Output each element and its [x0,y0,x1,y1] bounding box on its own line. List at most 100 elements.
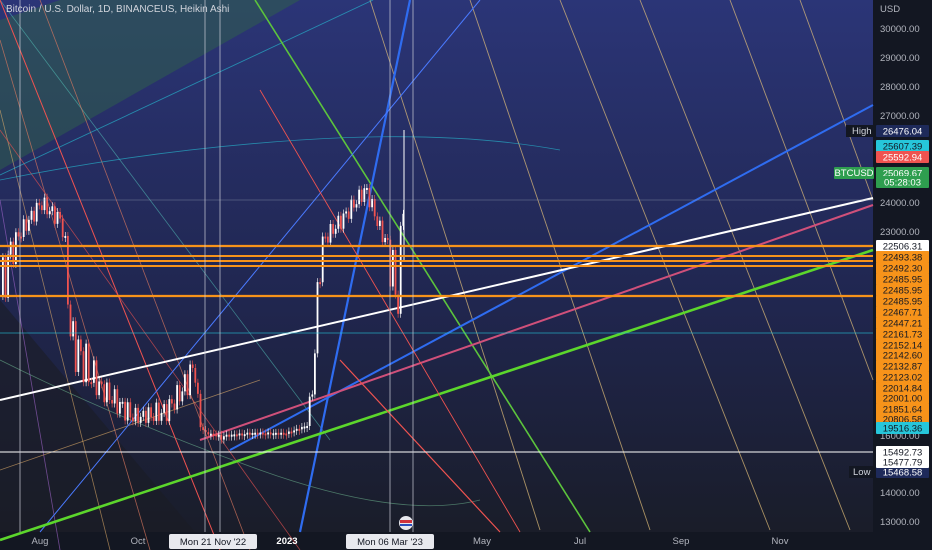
candle [269,432,272,435]
price-tick-label: 27000.00 [880,111,920,122]
candle [303,426,306,429]
time-tick-label: Jul [574,536,586,547]
candle [25,219,28,231]
candle [397,294,399,314]
candle [43,197,46,211]
time-cursor-label: Mon 06 Mar '23 [357,537,423,548]
candle [158,402,160,421]
time-axis: Aug Oct 2023 May Jul Sep Nov Mon 21 Nov '22 Mon … [32,534,789,549]
candle [191,364,194,368]
candle [256,432,259,435]
candle [35,202,38,222]
candle [316,282,319,354]
price-tag: 22132.87 [883,362,923,373]
symbol-label: BTCUSD [834,168,873,179]
candle [321,236,324,283]
candle [308,396,311,426]
candle [139,416,142,423]
candle [314,353,316,395]
candle [350,199,353,219]
flag-icon[interactable] [399,516,413,530]
candle [15,232,17,264]
candle [2,257,4,296]
price-tag: 22447.21 [883,319,923,330]
candle [199,393,202,428]
candle [165,404,168,421]
candle [178,385,181,402]
candle [22,219,25,237]
candle [189,364,191,396]
candle [212,433,215,436]
candle [181,391,184,402]
price-tick-label: 24000.00 [880,198,920,209]
price-tag: 19516.36 [883,424,923,435]
symbol-countdown: 05:28:03 [884,178,921,189]
candle [329,224,332,243]
price-tag: 22123.02 [883,373,923,384]
candle [381,220,384,243]
candle [28,219,30,231]
candle [306,425,308,428]
time-tick-label: Sep [673,536,690,547]
candle [311,394,314,397]
candle [290,431,293,434]
candle [275,432,277,435]
price-tag: 22001.00 [883,394,923,405]
candle [210,433,212,436]
candle [215,434,217,437]
candle [111,399,113,404]
candle [168,399,171,421]
candle [194,367,197,383]
candle [366,187,368,190]
candle [376,216,379,226]
candle [171,399,173,404]
price-tag: 15477.79 [883,458,923,469]
candle [368,187,371,208]
candle [59,212,61,219]
candle [332,224,334,234]
candle [288,431,290,434]
candle [108,382,111,400]
candle [347,211,350,219]
candle [399,225,402,314]
price-tag: 22467.71 [883,308,923,319]
chart-canvas[interactable]: USD 30000.00 29000.00 28000.00 27000.00 24000… [0,0,932,550]
candle [155,402,158,421]
price-tag: 22492.30 [883,264,923,275]
candle [345,211,347,214]
candle [373,198,376,217]
candle [147,407,150,423]
candle [259,432,262,435]
candle [358,189,360,205]
candle [87,343,90,383]
candle [285,433,288,436]
candle [113,389,116,404]
high-value: 26476.04 [883,127,923,138]
candle [238,433,241,436]
candle [293,430,295,433]
price-tag: 22493.38 [883,253,923,264]
candle [379,220,381,226]
candle [77,339,80,372]
candle [152,417,155,421]
candle [85,343,87,383]
price-tag: 25607.39 [883,142,923,153]
candle [30,210,33,220]
candle [90,382,93,385]
candle [280,432,282,435]
price-tick-label: 28000.00 [880,82,920,93]
candle [220,434,223,440]
time-tick-label: May [473,536,491,547]
candle [103,384,106,403]
candle [54,206,56,224]
candle [386,237,389,240]
candle [119,401,121,414]
candle [228,434,230,437]
candle [116,389,119,414]
time-cursor-label: Mon 21 Nov '22 [180,537,246,548]
candle [186,374,189,396]
chart-title: Bitcoin / U.S. Dollar, 1D, BINANCEUS, He… [6,4,230,15]
candle [262,432,264,435]
currency-label: USD [880,4,900,15]
candle [124,401,126,421]
